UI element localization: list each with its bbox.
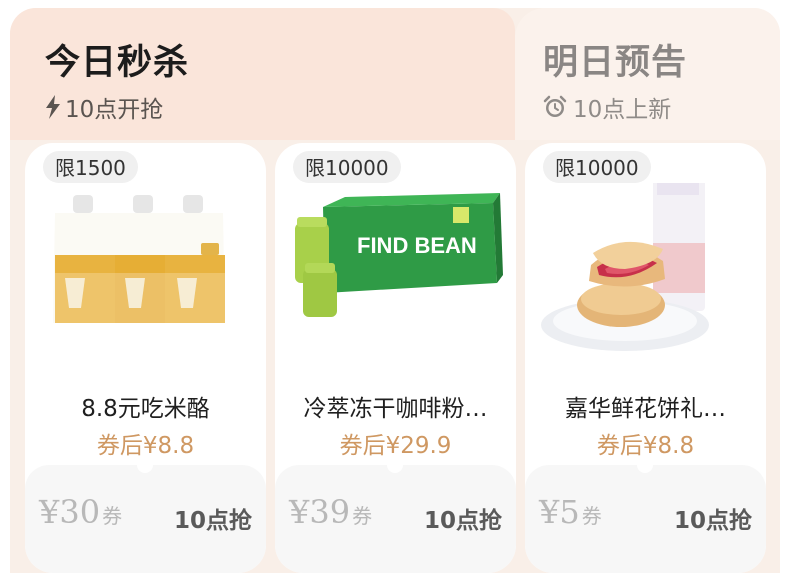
coupon-amount: ¥30 bbox=[39, 493, 101, 531]
grab-button[interactable]: 10点抢 bbox=[674, 501, 752, 535]
product-image-coffee-box: FIND BEAN bbox=[295, 193, 503, 317]
price-after-coupon: 券后¥8.8 bbox=[96, 433, 195, 459]
limit-badge: 限1500 bbox=[43, 151, 138, 183]
coffee-box-text: FIND BEAN bbox=[357, 233, 477, 258]
coupon-unit: 券 bbox=[352, 504, 373, 528]
product-name[interactable]: 8.8元吃米酪 bbox=[25, 389, 266, 423]
product-card-2[interactable]: 限10000 FIND BEAN 冷萃冻干咖啡粉… 券后¥29.9 ¥39 券 … bbox=[275, 143, 516, 573]
tab-today-title[interactable]: 今日秒杀 bbox=[45, 34, 189, 85]
coupon-divider-notch bbox=[137, 457, 153, 473]
coupon-value: ¥30 券 bbox=[39, 493, 122, 531]
product-image-flower-cake bbox=[541, 183, 709, 351]
coupon-unit: 券 bbox=[102, 504, 123, 528]
coupon-divider-notch bbox=[387, 457, 403, 473]
tab-tomorrow-subtitle: 10点上新 bbox=[543, 90, 671, 124]
limit-badge: 限10000 bbox=[293, 151, 401, 183]
product-card-3[interactable]: 限10000 嘉华鲜花饼礼… 券后¥8.8 ¥5 券 10点抢 bbox=[525, 143, 766, 573]
grab-button[interactable]: 10点抢 bbox=[424, 501, 502, 535]
grab-button[interactable]: 10点抢 bbox=[174, 501, 252, 535]
product-image-rice-yogurt bbox=[53, 195, 225, 323]
coupon-unit: 券 bbox=[581, 504, 602, 528]
coupon-divider-notch bbox=[637, 457, 653, 473]
price-after-coupon: 券后¥8.8 bbox=[596, 433, 695, 459]
alarm-clock-icon bbox=[543, 95, 567, 117]
price-after-coupon: 券后¥29.9 bbox=[339, 433, 452, 459]
coupon-amount: ¥39 bbox=[289, 493, 351, 531]
tab-tomorrow-title[interactable]: 明日预告 bbox=[543, 34, 687, 85]
product-card-1[interactable]: 限1500 8.8元吃米酪 券后¥8.8 ¥30 券 10点抢 bbox=[25, 143, 266, 573]
coupon-value: ¥39 券 bbox=[289, 493, 372, 531]
lightning-icon bbox=[46, 95, 60, 119]
limit-badge: 限10000 bbox=[543, 151, 651, 183]
tab-tomorrow-subtitle-text: 10点上新 bbox=[573, 97, 672, 123]
product-name[interactable]: 冷萃冻干咖啡粉… bbox=[275, 389, 516, 423]
product-name[interactable]: 嘉华鲜花饼礼… bbox=[525, 389, 766, 423]
tab-today-subtitle-text: 10点开抢 bbox=[65, 97, 164, 123]
tab-today-subtitle: 10点开抢 bbox=[45, 90, 163, 124]
coupon-value: ¥5 券 bbox=[539, 493, 602, 531]
coupon-amount: ¥5 bbox=[539, 493, 580, 531]
